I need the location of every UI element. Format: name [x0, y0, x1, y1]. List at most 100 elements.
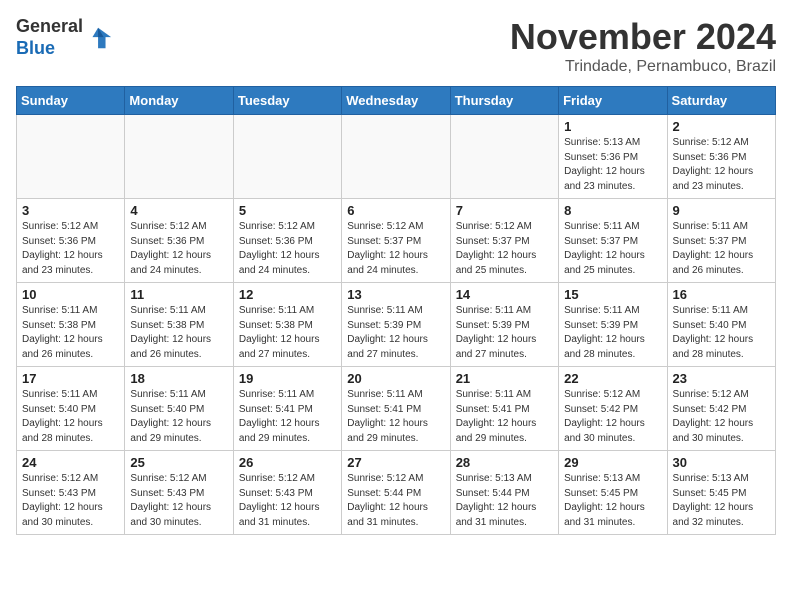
calendar-cell: 6 Sunrise: 5:12 AM Sunset: 5:37 PM Daylig…	[342, 199, 450, 283]
calendar-week-row: 17 Sunrise: 5:11 AM Sunset: 5:40 PM Dayli…	[17, 367, 776, 451]
logo-blue: Blue	[16, 38, 55, 58]
calendar-cell: 24Sunrise: 5:12 AM Sunset: 5:43 PM Dayli…	[17, 451, 125, 535]
day-number: 16	[673, 287, 770, 302]
calendar-cell: 26Sunrise: 5:12 AM Sunset: 5:43 PM Dayli…	[233, 451, 341, 535]
calendar-week-row: 3 Sunrise: 5:12 AM Sunset: 5:36 PM Daylig…	[17, 199, 776, 283]
calendar-cell: 28 Sunrise: 5:13 AM Sunset: 5:44 PM Dayli…	[450, 451, 558, 535]
day-info: Sunrise: 5:11 AM Sunset: 5:37 PM Dayligh…	[564, 220, 661, 278]
day-number: 22	[564, 371, 661, 386]
calendar-cell: 9 Sunrise: 5:11 AM Sunset: 5:37 PM Daylig…	[667, 199, 775, 283]
calendar-cell: 20 Sunrise: 5:11 AM Sunset: 5:41 PM Dayli…	[342, 367, 450, 451]
calendar-cell	[17, 115, 125, 199]
calendar-cell	[125, 115, 233, 199]
day-info: Sunrise: 5:11 AM Sunset: 5:40 PM Dayligh…	[22, 388, 119, 446]
day-number: 29	[564, 455, 661, 470]
day-info: Sunrise: 5:11 AM Sunset: 5:38 PM Dayligh…	[130, 304, 227, 362]
calendar-cell	[342, 115, 450, 199]
logo: General Blue	[16, 16, 113, 59]
calendar-cell: 16Sunrise: 5:11 AM Sunset: 5:40 PM Dayli…	[667, 283, 775, 367]
weekday-header-monday: Monday	[125, 87, 233, 115]
calendar-cell: 21 Sunrise: 5:11 AM Sunset: 5:41 PM Dayli…	[450, 367, 558, 451]
calendar-cell: 13 Sunrise: 5:11 AM Sunset: 5:39 PM Dayli…	[342, 283, 450, 367]
weekday-header-sunday: Sunday	[17, 87, 125, 115]
day-info: Sunrise: 5:11 AM Sunset: 5:41 PM Dayligh…	[456, 388, 553, 446]
day-info: Sunrise: 5:11 AM Sunset: 5:41 PM Dayligh…	[347, 388, 444, 446]
calendar-cell: 12 Sunrise: 5:11 AM Sunset: 5:38 PM Dayli…	[233, 283, 341, 367]
calendar-cell: 3 Sunrise: 5:12 AM Sunset: 5:36 PM Daylig…	[17, 199, 125, 283]
day-number: 17	[22, 371, 119, 386]
page-header: General Blue November 2024 Trindade, Per…	[16, 16, 776, 76]
logo-general: General	[16, 16, 83, 36]
day-number: 11	[130, 287, 227, 302]
day-info: Sunrise: 5:12 AM Sunset: 5:36 PM Dayligh…	[130, 220, 227, 278]
day-info: Sunrise: 5:13 AM Sunset: 5:44 PM Dayligh…	[456, 472, 553, 530]
day-info: Sunrise: 5:12 AM Sunset: 5:36 PM Dayligh…	[673, 136, 770, 194]
day-number: 5	[239, 203, 336, 218]
weekday-header-saturday: Saturday	[667, 87, 775, 115]
day-info: Sunrise: 5:11 AM Sunset: 5:40 PM Dayligh…	[130, 388, 227, 446]
day-info: Sunrise: 5:13 AM Sunset: 5:45 PM Dayligh…	[564, 472, 661, 530]
day-number: 21	[456, 371, 553, 386]
calendar-cell: 23Sunrise: 5:12 AM Sunset: 5:42 PM Dayli…	[667, 367, 775, 451]
calendar-cell	[233, 115, 341, 199]
calendar-cell: 1Sunrise: 5:13 AM Sunset: 5:36 PM Daylig…	[559, 115, 667, 199]
day-number: 30	[673, 455, 770, 470]
day-info: Sunrise: 5:12 AM Sunset: 5:37 PM Dayligh…	[347, 220, 444, 278]
day-info: Sunrise: 5:12 AM Sunset: 5:36 PM Dayligh…	[239, 220, 336, 278]
day-number: 13	[347, 287, 444, 302]
calendar-cell: 15 Sunrise: 5:11 AM Sunset: 5:39 PM Dayli…	[559, 283, 667, 367]
day-number: 24	[22, 455, 119, 470]
day-number: 25	[130, 455, 227, 470]
calendar-table: SundayMondayTuesdayWednesdayThursdayFrid…	[16, 86, 776, 535]
calendar-cell: 2 Sunrise: 5:12 AM Sunset: 5:36 PM Daylig…	[667, 115, 775, 199]
calendar-week-row: 1Sunrise: 5:13 AM Sunset: 5:36 PM Daylig…	[17, 115, 776, 199]
day-number: 8	[564, 203, 661, 218]
day-number: 19	[239, 371, 336, 386]
day-number: 9	[673, 203, 770, 218]
weekday-header-friday: Friday	[559, 87, 667, 115]
day-number: 23	[673, 371, 770, 386]
calendar-cell: 19 Sunrise: 5:11 AM Sunset: 5:41 PM Dayli…	[233, 367, 341, 451]
calendar-week-row: 24 Sunrise: 5:12 AM Sunset: 5:43 PM Dayli…	[17, 451, 776, 535]
day-info: Sunrise: 5:12 AM Sunset: 5:42 PM Dayligh…	[564, 388, 661, 446]
calendar-cell: 29 Sunrise: 5:13 AM Sunset: 5:45 PM Dayli…	[559, 451, 667, 535]
day-number: 12	[239, 287, 336, 302]
logo-icon	[85, 24, 113, 52]
calendar-cell: 5 Sunrise: 5:12 AM Sunset: 5:36 PM Daylig…	[233, 199, 341, 283]
day-number: 14	[456, 287, 553, 302]
title-block: November 2024 Trindade, Pernambuco, Braz…	[510, 16, 776, 76]
day-info: Sunrise: 5:11 AM Sunset: 5:38 PM Dayligh…	[22, 304, 119, 362]
calendar-cell: 10 Sunrise: 5:11 AM Sunset: 5:38 PM Dayli…	[17, 283, 125, 367]
day-info: Sunrise: 5:12 AM Sunset: 5:43 PM Dayligh…	[130, 472, 227, 530]
day-number: 26	[239, 455, 336, 470]
day-info: Sunrise: 5:11 AM Sunset: 5:39 PM Dayligh…	[347, 304, 444, 362]
day-number: 15	[564, 287, 661, 302]
day-info: Sunrise: 5:11 AM Sunset: 5:39 PM Dayligh…	[456, 304, 553, 362]
day-info: Sunrise: 5:12 AM Sunset: 5:44 PM Dayligh…	[347, 472, 444, 530]
day-info: Sunrise: 5:11 AM Sunset: 5:41 PM Dayligh…	[239, 388, 336, 446]
day-number: 6	[347, 203, 444, 218]
day-number: 3	[22, 203, 119, 218]
day-info: Sunrise: 5:12 AM Sunset: 5:37 PM Dayligh…	[456, 220, 553, 278]
day-info: Sunrise: 5:11 AM Sunset: 5:37 PM Dayligh…	[673, 220, 770, 278]
day-number: 20	[347, 371, 444, 386]
day-info: Sunrise: 5:12 AM Sunset: 5:36 PM Dayligh…	[22, 220, 119, 278]
day-info: Sunrise: 5:11 AM Sunset: 5:39 PM Dayligh…	[564, 304, 661, 362]
day-number: 4	[130, 203, 227, 218]
calendar-cell: 17 Sunrise: 5:11 AM Sunset: 5:40 PM Dayli…	[17, 367, 125, 451]
day-number: 18	[130, 371, 227, 386]
day-number: 28	[456, 455, 553, 470]
weekday-header-wednesday: Wednesday	[342, 87, 450, 115]
calendar-cell: 27Sunrise: 5:12 AM Sunset: 5:44 PM Dayli…	[342, 451, 450, 535]
day-number: 2	[673, 119, 770, 134]
weekday-header-thursday: Thursday	[450, 87, 558, 115]
day-info: Sunrise: 5:13 AM Sunset: 5:45 PM Dayligh…	[673, 472, 770, 530]
day-info: Sunrise: 5:11 AM Sunset: 5:38 PM Dayligh…	[239, 304, 336, 362]
calendar-header: SundayMondayTuesdayWednesdayThursdayFrid…	[17, 87, 776, 115]
day-number: 1	[564, 119, 661, 134]
calendar-cell: 7 Sunrise: 5:12 AM Sunset: 5:37 PM Daylig…	[450, 199, 558, 283]
day-number: 10	[22, 287, 119, 302]
calendar-cell: 14 Sunrise: 5:11 AM Sunset: 5:39 PM Dayli…	[450, 283, 558, 367]
day-number: 7	[456, 203, 553, 218]
calendar-body: 1Sunrise: 5:13 AM Sunset: 5:36 PM Daylig…	[17, 115, 776, 535]
